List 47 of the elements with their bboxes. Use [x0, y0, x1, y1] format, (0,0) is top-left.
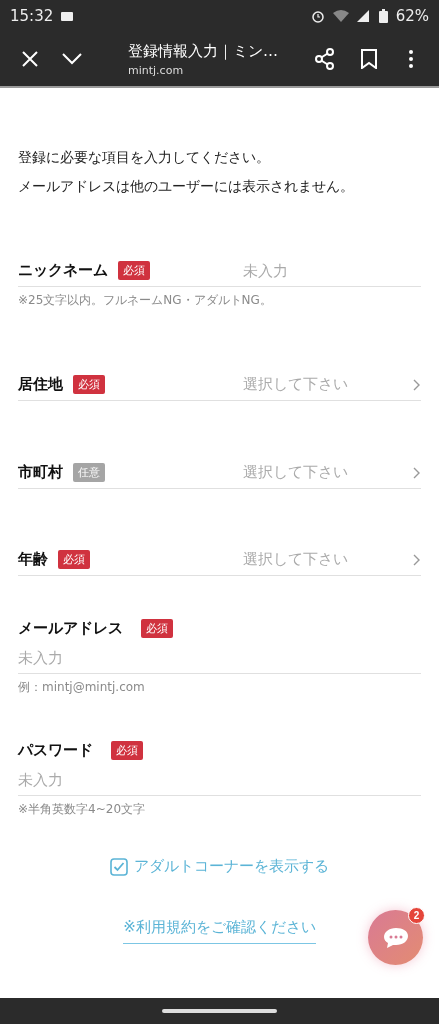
- home-handle[interactable]: [162, 1009, 277, 1013]
- field-label: ニックネーム: [18, 261, 108, 280]
- signal-icon: [356, 10, 371, 22]
- battery-level: 62%: [395, 7, 429, 25]
- intro-text: 登録に必要な項目を入力してください。: [18, 148, 271, 167]
- page-title: 登録情報入力｜ミン…: [128, 41, 279, 61]
- badge: 必須: [111, 740, 143, 760]
- select-value: 選択して下さい: [243, 550, 349, 569]
- hint-text: ※半角英数字4~20文字: [18, 801, 146, 817]
- chat-button[interactable]: 2: [368, 910, 423, 965]
- alarm-icon: [310, 9, 325, 23]
- battery-icon: [378, 9, 388, 23]
- field-label: 居住地: [18, 375, 63, 394]
- chevron-down-icon: [62, 53, 82, 65]
- select-value: 選択して下さい: [243, 463, 349, 482]
- field-label: メールアドレス: [18, 618, 123, 638]
- intro-text: メールアドレスは他のユーザーには表示されません。: [18, 177, 355, 196]
- bookmark-icon: [361, 49, 377, 69]
- input-field[interactable]: 未入力: [18, 770, 421, 789]
- select-value: 選択して下さい: [243, 375, 349, 394]
- select-field[interactable]: 市町村 任意 選択して下さい: [18, 457, 421, 489]
- select-field[interactable]: 年齢 必須 選択して下さい: [18, 544, 421, 576]
- badge: 必須: [141, 618, 173, 638]
- page-url: mintj.com: [128, 63, 185, 77]
- more-icon: [409, 50, 413, 68]
- notification-badge: 2: [408, 907, 425, 924]
- card-icon: [61, 11, 74, 21]
- field-label: パスワード: [18, 740, 93, 760]
- badge: 必須: [58, 550, 90, 569]
- chevron-icon: [413, 466, 421, 479]
- select-field[interactable]: 居住地 必須 選択して下さい: [18, 369, 421, 401]
- input-field[interactable]: 未入力: [243, 261, 421, 280]
- field-label: 年齢: [18, 550, 48, 569]
- hint-text: ※25文字以内。フルネームNG・アダルトNG。: [18, 292, 273, 308]
- input-field[interactable]: 未入力: [18, 648, 421, 667]
- chevron-icon: [413, 378, 421, 391]
- chevron-icon: [413, 553, 421, 566]
- wifi-icon: [332, 10, 349, 22]
- chat-icon: [382, 926, 409, 949]
- badge: 必須: [73, 375, 105, 394]
- hint-text: 例：mintj@mintj.com: [18, 679, 146, 695]
- field-label: 市町村: [18, 463, 63, 482]
- status-time: 15:32: [10, 7, 54, 25]
- close-icon: [21, 50, 39, 68]
- share-icon: [314, 48, 336, 70]
- badge: 任意: [73, 463, 105, 482]
- badge: 必須: [118, 261, 150, 280]
